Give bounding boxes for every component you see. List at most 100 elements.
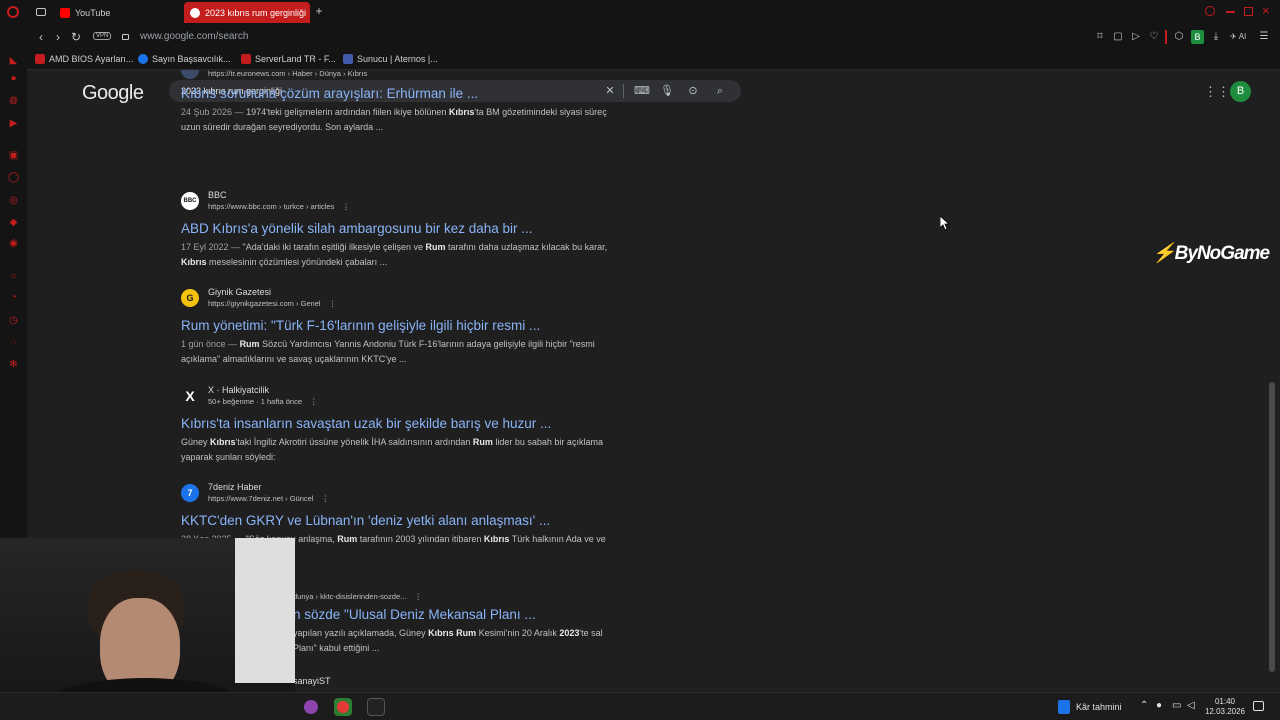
weather-icon [1058, 700, 1070, 714]
extensions-icon[interactable]: ⬡ [1173, 31, 1185, 43]
taskbar-clock[interactable]: 01:40 12.03.2026 [1200, 697, 1250, 717]
heart-icon[interactable]: ♡ [1148, 31, 1160, 43]
more-options-icon[interactable]: ⋮ [310, 397, 318, 406]
bookmark-amd-bios[interactable]: AMD BIOS Ayarları... [35, 54, 133, 64]
minimize-button[interactable] [1226, 11, 1235, 13]
discord-icon[interactable]: ◆ [8, 217, 19, 228]
result-site: Giynik Gazetesi [208, 287, 272, 297]
crypto-icon[interactable]: ◍ [8, 95, 19, 106]
result-url: https://giynikgazetesi.com › Genel ⋮ [208, 299, 337, 308]
tab-youtube[interactable]: YouTube [54, 2, 180, 23]
notifications-icon[interactable] [1253, 701, 1264, 711]
messenger-app-icon[interactable] [302, 698, 320, 716]
tray-chevron-icon[interactable]: ⌃ [1140, 700, 1148, 711]
result-title-link[interactable]: Kıbrıs'ta insanların savaştan uzak bir ş… [181, 416, 551, 431]
bynogame-watermark: ⚡ByNoGame [1152, 243, 1270, 264]
media-player-icon[interactable] [334, 698, 352, 716]
bookmark-icon [138, 54, 148, 64]
search-result: https://tr.euronews.com › Haber › Dünya … [181, 70, 621, 169]
clock-icon[interactable]: ◷ [8, 315, 19, 326]
download-icon[interactable]: ⤓ [1210, 31, 1222, 43]
lens-icon[interactable]: ⊙ [686, 84, 700, 98]
divider [623, 84, 624, 98]
settings-icon[interactable]: ✻ [8, 359, 19, 370]
result-site: sanayiST [293, 676, 331, 686]
more-options-icon[interactable]: ⋮ [414, 592, 422, 601]
keyboard-icon[interactable]: ⌨ [634, 84, 650, 98]
player-icon[interactable]: ▶ [8, 118, 19, 129]
x-icon: X [181, 387, 199, 405]
result-site: X · Halkiyatcilik [208, 385, 270, 395]
youtube-icon [60, 7, 70, 18]
vpn-badge[interactable]: VPN [93, 32, 112, 40]
messenger-icon[interactable]: ● [8, 73, 19, 84]
search-icon[interactable]: ⌕ [713, 84, 727, 98]
mouse-cursor-icon [940, 216, 950, 231]
forward-icon[interactable]: › [51, 30, 65, 44]
menu-icon[interactable]: ☰ [1258, 31, 1270, 43]
bookmark-icon [35, 54, 45, 64]
result-snippet: 1 gün önce — Rum Sözcü Yardımcısı Yannis… [181, 339, 595, 364]
snapshot-icon[interactable]: ⌑ [1094, 31, 1106, 43]
close-window-button[interactable]: × [1262, 3, 1270, 18]
bookmark-icon [343, 54, 353, 64]
bookmark-serverland[interactable]: ServerLand TR - F... [241, 54, 336, 64]
result-title-link[interactable]: n sözde "Ulusal Deniz Mekansal Planı ... [293, 607, 536, 622]
webcam-door-panel [235, 538, 295, 683]
network-icon[interactable]: ▭ [1172, 700, 1181, 711]
history-icon[interactable]: ◔ [8, 292, 19, 303]
ai-icon: ✈ [1230, 32, 1237, 41]
giynik-icon: G [181, 289, 199, 307]
bookmark-bassavcilik[interactable]: Sayın Başsavcılık... [138, 54, 231, 64]
tab-google-search[interactable]: 2023 kıbrıs rum gerginliği [184, 2, 310, 23]
profile-badge[interactable]: B [1191, 30, 1204, 44]
result-title-link[interactable]: Rum yönetimi: "Türk F-16'larının gelişiy… [181, 318, 540, 333]
back-icon[interactable]: ‹ [34, 30, 48, 44]
scrollbar-thumb[interactable] [1269, 382, 1275, 672]
account-avatar[interactable]: B [1230, 81, 1251, 102]
instagram-icon[interactable]: ◎ [8, 195, 19, 206]
7deniz-icon: 7 [181, 484, 199, 502]
more-options-icon[interactable]: ⋮ [342, 202, 350, 211]
bynogame-logo-icon: ⚡ [1152, 243, 1176, 264]
vpn-icon[interactable]: ◌ [8, 337, 19, 348]
epic-games-icon[interactable] [367, 698, 385, 716]
microphone-tray-icon[interactable]: ● [1156, 700, 1162, 711]
more-options-icon[interactable]: ⋮ [321, 494, 329, 503]
bbc-icon: BBC [181, 192, 199, 210]
weather-text[interactable]: Kâr tahmini [1076, 702, 1122, 712]
workspaces-icon[interactable] [36, 8, 46, 16]
clock-date: 12.03.2026 [1204, 707, 1246, 716]
result-title-link[interactable]: KKTC'den GKRY ve Lübnan'ın 'deniz yetki … [181, 513, 550, 528]
result-title-link[interactable]: Kıbrıs sorununa çözüm arayışları: Erhürm… [181, 86, 478, 101]
bookmark-icon [241, 54, 251, 64]
maximize-button[interactable] [1244, 7, 1253, 16]
ai-button[interactable]: ✈ AI [1230, 32, 1246, 41]
search-result: X X · Halkiyatcilik 50+ beğenme · 1 haft… [181, 385, 621, 475]
result-meta: 50+ beğenme · 1 hafta önce ⋮ [208, 397, 318, 406]
chat-icon[interactable]: ▣ [8, 150, 19, 161]
scrollbar[interactable] [1268, 70, 1276, 690]
bookmark-aternos[interactable]: Sunucu | Aternos |... [343, 54, 438, 64]
tab-label: 2023 kıbrıs rum gerginliği [205, 7, 307, 18]
search-result: G Giynik Gazetesi https://giynikgazetesi… [181, 287, 621, 377]
speed-dial-icon[interactable]: ○ [8, 271, 19, 282]
new-tab-button[interactable]: + [313, 5, 325, 17]
result-title-link[interactable]: ABD Kıbrıs'a yönelik silah ambargosunu b… [181, 221, 533, 236]
whatsapp-icon[interactable]: ◯ [8, 172, 19, 183]
volume-icon[interactable]: ◁ [1187, 700, 1195, 711]
google-icon [190, 7, 200, 18]
play-icon[interactable]: ▷ [1130, 31, 1142, 43]
microphone-icon[interactable]: 🎙 [660, 84, 674, 98]
url-text[interactable]: www.google.com/search [140, 31, 248, 42]
reload-icon[interactable]: ↻ [69, 30, 83, 44]
more-options-icon[interactable]: ⋮ [329, 299, 337, 308]
search-tabs-icon[interactable] [1205, 6, 1215, 16]
capture-icon[interactable]: ▢ [1112, 31, 1124, 43]
opera-logo-icon[interactable] [7, 6, 19, 18]
music-icon[interactable]: ◉ [8, 238, 19, 249]
aria-icon[interactable]: ◣ [8, 55, 19, 66]
taskbar: Kâr tahmini ⌃ ● ▭ ◁ 01:40 12.03.2026 [0, 692, 1280, 720]
address-bar: ‹ › ↻ VPN www.google.com/search ⌑ ▢ ▷ ♡ … [0, 25, 1280, 50]
google-logo[interactable]: Google [82, 82, 144, 105]
